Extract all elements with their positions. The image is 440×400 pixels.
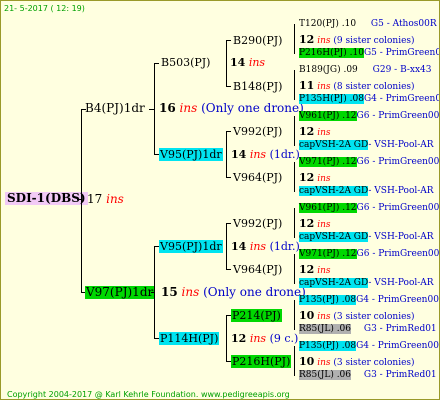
connector: [294, 208, 295, 238]
g2-count-1: 14 ins (1dr.): [231, 148, 300, 161]
g4-bot-1[interactable]: P135H(PJ) .08G4 - PrimGreen00: [299, 93, 439, 106]
connector: [294, 162, 295, 192]
g1-queen-1[interactable]: V97(PJ)1dr: [85, 286, 155, 299]
g4-mid-7: 10 ins (3 sister colonies): [299, 355, 415, 368]
connector: [149, 109, 154, 110]
connector: [81, 109, 82, 293]
connector: [154, 246, 155, 339]
connector: [151, 292, 154, 293]
connector: [226, 40, 231, 41]
g3-queen-3[interactable]: V964(PJ): [233, 171, 282, 184]
connector: [77, 199, 81, 200]
g4-bot-6[interactable]: R85(JL) .06 G3 - PrimRed01: [299, 323, 437, 336]
g4-mid-4: 12 ins: [299, 217, 331, 230]
g4-mid-3: 12 ins: [299, 171, 331, 184]
g2-queen-3[interactable]: P114H(PJ): [159, 332, 220, 345]
g4-top-0[interactable]: T120(PJ) .10 G5 - Athos00R: [299, 18, 437, 31]
connector: [294, 346, 295, 376]
connector: [226, 131, 227, 178]
g3-queen-2[interactable]: V992(PJ): [233, 125, 282, 138]
g2-count-0: 14 ins: [230, 56, 266, 69]
g2-queen-2[interactable]: V95(PJ)1dr: [159, 240, 223, 253]
g1-count-0: 16 ins (Only one drone): [159, 101, 304, 115]
connector: [154, 63, 159, 64]
connector: [294, 116, 295, 146]
g4-mid-1: 11 ins (8 sister colonies): [299, 79, 415, 92]
g2-count-2: 14 ins (1dr.): [231, 240, 300, 253]
g4-mid-5: 12 ins: [299, 263, 331, 276]
g4-mid-2: 12 ins: [299, 125, 331, 138]
connector: [226, 40, 227, 87]
g4-top-1[interactable]: B189(JG) .09 G29 - B-xx43: [299, 64, 432, 77]
g4-top-7[interactable]: P135(PJ) .08G4 - PrimGreen00: [299, 340, 439, 353]
connector: [294, 70, 295, 100]
g3-queen-4[interactable]: V992(PJ): [233, 217, 282, 230]
g4-bot-7[interactable]: R85(JL) .06 G3 - PrimRed01: [299, 369, 437, 382]
connector: [226, 269, 231, 270]
timestamp-header: 21- 5-2017 ( 12: 19): [4, 4, 85, 13]
g3-queen-6[interactable]: P214(PJ): [231, 309, 282, 322]
root-count: 17 ins: [87, 192, 124, 206]
root-queen[interactable]: SDI-1(DBS): [5, 192, 88, 205]
g4-bot-2[interactable]: capVSH-2A GD- VSH-Pool-AR: [299, 139, 434, 152]
g3-queen-5[interactable]: V964(PJ): [233, 263, 282, 276]
g1-queen-0[interactable]: B4(PJ)1dr: [85, 102, 145, 115]
g4-top-4[interactable]: V961(PJ) .12G6 - PrimGreen00: [299, 202, 439, 215]
g4-top-5[interactable]: V971(PJ) .12G6 - PrimGreen00: [299, 248, 439, 261]
connector: [226, 315, 227, 362]
g4-bot-0[interactable]: P216H(PJ) .10G5 - PrimGreen00: [299, 47, 439, 60]
g1-count-1: 15 ins (Only one drone): [161, 285, 306, 299]
g3-queen-1[interactable]: B148(PJ): [233, 80, 282, 93]
g4-bot-3[interactable]: capVSH-2A GD- VSH-Pool-AR: [299, 185, 434, 198]
copyright-footer: Copyright 2004-2017 @ Karl Kehrle Founda…: [7, 390, 290, 399]
connector: [154, 63, 155, 155]
g4-mid-0: 12 ins (9 sister colonies): [299, 33, 415, 46]
pedigree-frame: 21- 5-2017 ( 12: 19) SDI-1(DBS) 17 ins B…: [0, 0, 440, 400]
g3-queen-0[interactable]: B290(PJ): [233, 34, 282, 47]
connector: [294, 254, 295, 284]
connector: [226, 223, 227, 270]
g2-queen-0[interactable]: B503(PJ): [161, 56, 210, 69]
connector: [226, 223, 231, 224]
connector: [226, 131, 231, 132]
connector: [226, 177, 231, 178]
connector: [294, 300, 295, 330]
connector: [226, 86, 231, 87]
g4-top-2[interactable]: V961(PJ) .12G6 - PrimGreen00: [299, 110, 439, 123]
g4-top-6[interactable]: P135(PJ) .08G4 - PrimGreen00: [299, 294, 439, 307]
connector: [294, 24, 295, 54]
g4-bot-4[interactable]: capVSH-2A GD- VSH-Pool-AR: [299, 231, 434, 244]
g2-queen-1[interactable]: V95(PJ)1dr: [159, 148, 223, 161]
g4-top-3[interactable]: V971(PJ) .12G6 - PrimGreen00: [299, 156, 439, 169]
g2-count-3: 12 ins (9 c.): [231, 332, 299, 345]
g4-bot-5[interactable]: capVSH-2A GD- VSH-Pool-AR: [299, 277, 434, 290]
g4-mid-6: 10 ins (3 sister colonies): [299, 309, 415, 322]
g3-queen-7[interactable]: P216H(PJ): [231, 355, 292, 368]
